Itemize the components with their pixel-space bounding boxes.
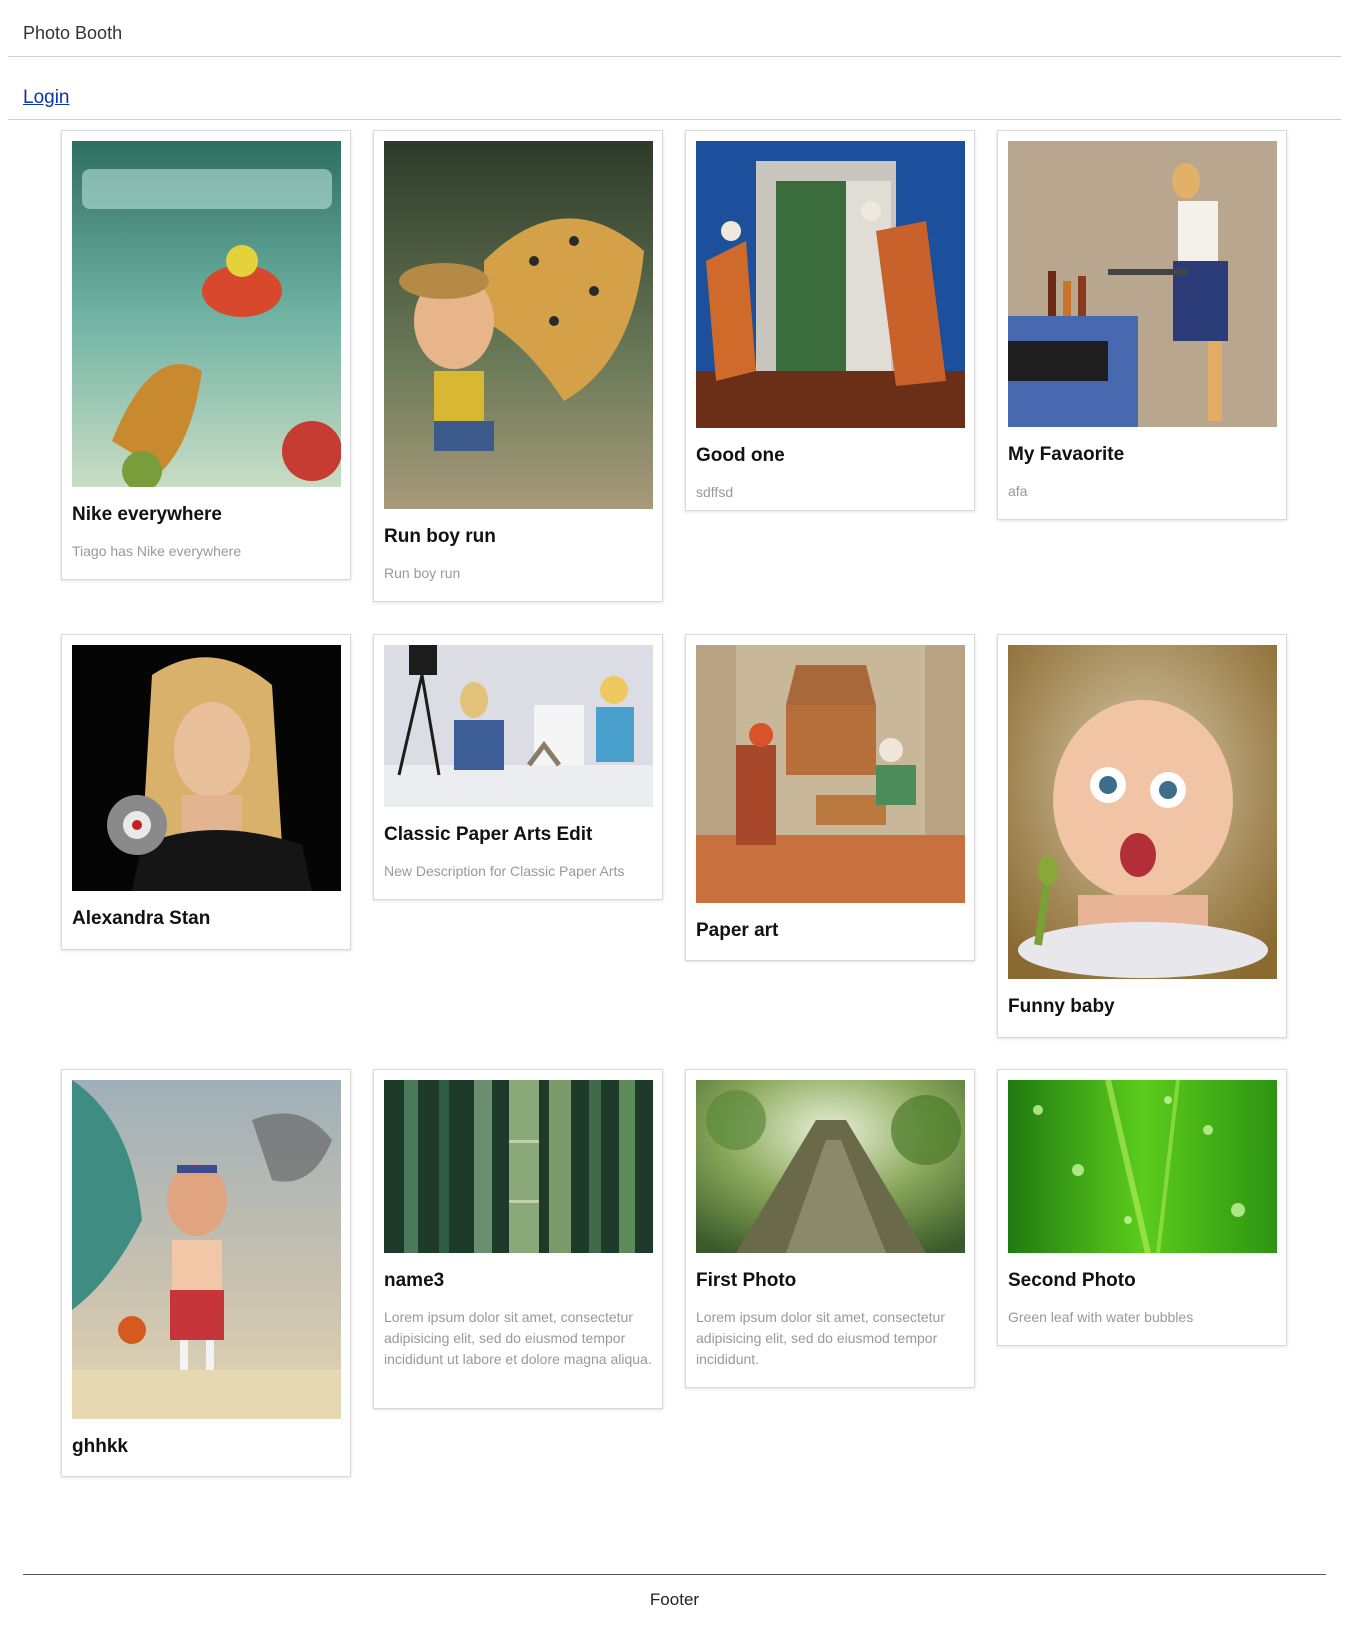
photo-description: sdffsd: [696, 484, 734, 500]
footer-text: Footer: [649, 1590, 700, 1609]
photo-title: Alexandra Stan: [72, 908, 211, 929]
photo-card-paper-art[interactable]: Paper art: [685, 634, 975, 961]
photo-description: Lorem ipsum dolor sit amet, consectetur …: [384, 1309, 652, 1367]
photo-image-underwater-shoe[interactable]: [72, 141, 341, 487]
photo-image-bamboo-forest[interactable]: [384, 1080, 653, 1253]
photo-title: ghhkk: [72, 1436, 128, 1457]
photo-title: name3: [384, 1270, 445, 1291]
photo-title: Run boy run: [384, 526, 496, 547]
photo-image-cartoon-baby[interactable]: [1008, 645, 1277, 979]
photo-title: My Favaorite: [1008, 444, 1125, 465]
login-link[interactable]: Login: [23, 87, 70, 109]
photo-title: Paper art: [696, 920, 779, 941]
footer-divider: [23, 1574, 1326, 1575]
photo-title: Second Photo: [1008, 1270, 1136, 1291]
photo-card-name3[interactable]: name3 Lorem ipsum dolor sit amet, consec…: [373, 1069, 663, 1409]
photo-image-tree-trunk[interactable]: [696, 1080, 965, 1253]
photo-title: Nike everywhere: [72, 504, 222, 525]
photo-description: New Description for Classic Paper Arts: [384, 863, 625, 879]
photo-card-funny-baby[interactable]: Funny baby: [997, 634, 1287, 1038]
photo-description: Tiago has Nike everywhere: [72, 543, 242, 559]
photo-card-run-boy-run[interactable]: Run boy run Run boy run: [373, 130, 663, 602]
photo-description: Green leaf with water bubbles: [1008, 1309, 1194, 1325]
photo-title: First Photo: [696, 1270, 797, 1291]
site-brand[interactable]: Photo Booth: [23, 23, 122, 44]
photo-card-second-photo[interactable]: Second Photo Green leaf with water bubbl…: [997, 1069, 1287, 1346]
photo-image-paper-door[interactable]: [696, 141, 965, 428]
photo-card-nike-everywhere[interactable]: Nike everywhere Tiago has Nike everywher…: [61, 130, 351, 580]
photo-card-ghhkk[interactable]: ghhkk: [61, 1069, 351, 1477]
photo-image-tourist-beach[interactable]: [72, 1080, 341, 1419]
photo-description: Run boy run: [384, 565, 461, 581]
nav-bar: Login: [8, 57, 1341, 120]
photo-image-green-leaf[interactable]: [1008, 1080, 1277, 1253]
photo-card-classic-paper-arts[interactable]: Classic Paper Arts Edit New Description …: [373, 634, 663, 900]
photo-card-first-photo[interactable]: First Photo Lorem ipsum dolor sit amet, …: [685, 1069, 975, 1388]
photo-card-alexandra-stan[interactable]: Alexandra Stan: [61, 634, 351, 950]
photo-image-jaguar-boy[interactable]: [384, 141, 653, 509]
photo-description: Lorem ipsum dolor sit amet, consectetur …: [696, 1309, 945, 1367]
photo-card-good-one[interactable]: Good one sdffsd: [685, 130, 975, 511]
photo-title: Good one: [696, 445, 785, 466]
photo-card-my-favaorite[interactable]: My Favaorite afa: [997, 130, 1287, 520]
header-bar: Photo Booth: [8, 0, 1341, 57]
photo-description: afa: [1008, 483, 1028, 499]
photo-title: Classic Paper Arts Edit: [384, 824, 593, 845]
photo-image-woman-headphones[interactable]: [72, 645, 341, 891]
photo-title: Funny baby: [1008, 996, 1115, 1017]
photo-image-paper-waitress[interactable]: [1008, 141, 1277, 427]
photo-image-paper-photographer[interactable]: [384, 645, 653, 807]
photo-image-paper-chess[interactable]: [696, 645, 965, 903]
